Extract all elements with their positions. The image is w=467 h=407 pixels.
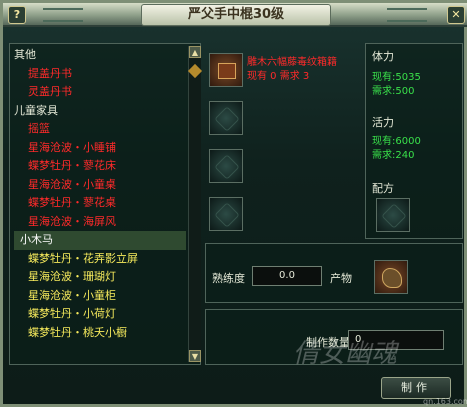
recipe-item[interactable]: 星海沧波・小睡铺: [14, 139, 186, 158]
stamina-current: 现有:5035: [372, 72, 421, 83]
proficiency-label: 熟练度: [212, 272, 245, 285]
product-slot[interactable]: [374, 260, 408, 294]
formula-slot[interactable]: [376, 198, 410, 232]
stamina-required: 需求:500: [372, 86, 415, 97]
watermark-url: qn.163.com: [423, 397, 467, 406]
recipe-item[interactable]: 提盖丹书: [14, 65, 186, 84]
title-ornament-right: [387, 8, 427, 22]
stamina-label: 体力: [372, 50, 394, 63]
chest-icon: [218, 63, 236, 79]
recipe-item[interactable]: 蝶梦牡丹・桃夭小橱: [14, 324, 186, 343]
recipe-item[interactable]: 星海沧波・小童柜: [14, 287, 186, 306]
recipe-item-selected[interactable]: 小木马: [14, 231, 186, 250]
recipe-item[interactable]: 蝶梦牡丹・蓼花桌: [14, 194, 186, 213]
category-header[interactable]: 其他: [14, 46, 186, 65]
material-slot-4[interactable]: [209, 197, 243, 231]
close-button[interactable]: ✕: [447, 6, 465, 24]
material-slot-2[interactable]: [209, 101, 243, 135]
crafting-window: ? 严父手中棍30级 ✕ 其他 提盖丹书 灵盖丹书 儿童家具 摇篮 星海沧波・小睡铺 蝶梦牡…: [0, 0, 467, 407]
stats-panel: 体力 现有:5035 需求:500 活力 现有:6000 需求:240 配方: [365, 43, 463, 239]
proficiency-value: 0.0: [252, 266, 322, 286]
material-slot-3[interactable]: [209, 149, 243, 183]
recipe-scrollbar[interactable]: ▲ ▼: [187, 46, 203, 362]
scroll-down-icon[interactable]: ▼: [189, 350, 201, 362]
help-button[interactable]: ?: [8, 6, 26, 24]
recipe-item[interactable]: 蝶梦牡丹・蓼花床: [14, 157, 186, 176]
product-label: 产物: [330, 272, 352, 285]
formula-label: 配方: [372, 182, 394, 195]
recipe-item[interactable]: 蝶梦牡丹・小荷灯: [14, 305, 186, 324]
recipe-item[interactable]: 灵盖丹书: [14, 83, 186, 102]
materials-list: 雕木六幅藤毒纹箱籍 现有 0 需求 3: [205, 43, 361, 233]
window-title: 严父手中棍30级: [141, 4, 331, 26]
vitality-required: 需求:240: [372, 150, 415, 161]
proficiency-panel: 熟练度 0.0 产物: [205, 243, 463, 303]
title-bar[interactable]: ? 严父手中棍30级 ✕: [3, 3, 467, 27]
recipe-item[interactable]: 星海沧波・小童桌: [14, 176, 186, 195]
recipe-item[interactable]: 蝶梦牡丹・花弄影立屏: [14, 250, 186, 269]
scroll-thumb[interactable]: [187, 63, 203, 79]
vitality-current: 现有:6000: [372, 136, 421, 147]
material-stock: 现有 0 需求 3: [247, 71, 310, 82]
vitality-label: 活力: [372, 116, 394, 129]
recipe-item[interactable]: 摇篮: [14, 120, 186, 139]
material-slot-1[interactable]: [209, 53, 243, 87]
category-header[interactable]: 儿童家具: [14, 102, 186, 121]
make-button[interactable]: 制作: [381, 377, 451, 399]
rocking-horse-icon: [382, 268, 402, 288]
recipe-item[interactable]: 星海沧波・珊瑚灯: [14, 268, 186, 287]
material-name: 雕木六幅藤毒纹箱籍: [247, 57, 337, 68]
recipe-tree: 其他 提盖丹书 灵盖丹书 儿童家具 摇篮 星海沧波・小睡铺 蝶梦牡丹・蓼花床 星海沧波・小童桌…: [14, 46, 186, 342]
scroll-up-icon[interactable]: ▲: [189, 46, 201, 58]
recipe-list-panel: 其他 提盖丹书 灵盖丹书 儿童家具 摇篮 星海沧波・小睡铺 蝶梦牡丹・蓼花床 星海沧波・小童桌…: [9, 43, 203, 365]
recipe-item[interactable]: 星海沧波・海屏风: [14, 213, 186, 232]
title-ornament-left: [43, 8, 83, 22]
